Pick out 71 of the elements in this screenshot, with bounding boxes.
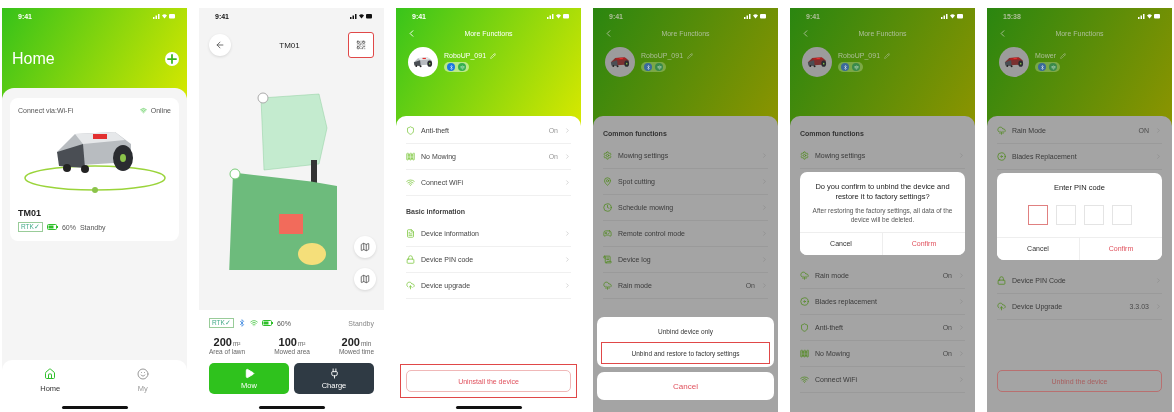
- status-icons: [1138, 13, 1160, 19]
- disc-icon: [800, 296, 809, 306]
- stat-value: 200: [341, 336, 360, 348]
- status-icons: [350, 13, 372, 19]
- status-icons: [744, 13, 766, 19]
- fence-icon: [800, 348, 809, 358]
- edit-icon[interactable]: [1060, 52, 1066, 59]
- plug-icon: [328, 367, 340, 379]
- back-arrow-icon: [215, 40, 225, 50]
- clock-icon: [603, 203, 612, 212]
- edit-icon[interactable]: [687, 52, 694, 59]
- settings-icon: [800, 151, 809, 160]
- status-icons: [153, 13, 175, 19]
- settings-icon: [603, 151, 612, 160]
- cancel-button[interactable]: Cancel: [597, 372, 774, 400]
- chevron-icon: [564, 230, 571, 237]
- log-icon: [603, 255, 612, 264]
- rain-cloud-icon: [800, 270, 809, 280]
- mower-drawing: [805, 55, 829, 69]
- device-name: TM01: [18, 208, 42, 218]
- wifi-icon: [406, 178, 415, 187]
- status-icons: [547, 13, 569, 19]
- fence-icon: [406, 152, 415, 161]
- battery-icon: [261, 320, 273, 326]
- edit-icon[interactable]: [884, 52, 891, 59]
- page-title: Home: [12, 50, 55, 68]
- shield-icon: [800, 322, 809, 332]
- document-icon: [406, 229, 415, 238]
- chevron-icon: [564, 282, 571, 289]
- lock-icon: [406, 255, 415, 264]
- play-icon: [243, 367, 255, 379]
- connection-badges: [838, 62, 863, 72]
- cloud-upload-icon: [997, 301, 1006, 311]
- pin-icon: [603, 177, 612, 186]
- chevron-icon: [564, 179, 571, 186]
- mower-drawing: [608, 55, 632, 69]
- map-icon: [360, 242, 370, 252]
- chevron-icon: [564, 127, 571, 134]
- map-icon: [360, 274, 370, 284]
- gamepad-icon: [603, 229, 612, 238]
- cloud-upload-icon: [406, 281, 415, 290]
- wifi-icon: [139, 107, 147, 114]
- bluetooth-icon: [237, 319, 246, 327]
- status-icons: [941, 13, 963, 19]
- home-icon: [44, 368, 57, 380]
- battery-icon: [46, 224, 58, 230]
- lock-icon: [997, 275, 1006, 285]
- page-title: TM01: [279, 40, 300, 50]
- pin-digit-field[interactable]: [1027, 204, 1048, 225]
- chevron-icon: [564, 256, 571, 263]
- disc-icon: [997, 152, 1006, 161]
- stat-value: 200: [213, 336, 232, 348]
- connection-badges: [641, 62, 666, 72]
- add-icon[interactable]: [165, 52, 179, 66]
- map-button[interactable]: [354, 268, 376, 290]
- chevron-icon: [564, 153, 571, 160]
- face-icon: [136, 368, 149, 380]
- rain-cloud-icon: [603, 281, 612, 290]
- wifi-icon: [800, 374, 809, 384]
- wifi-icon: [249, 319, 258, 327]
- stat-value: 100: [278, 336, 297, 348]
- mower-drawing: [1002, 55, 1026, 69]
- shield-icon: [406, 126, 415, 135]
- connection-badges: [444, 62, 469, 72]
- back-button[interactable]: [209, 34, 231, 56]
- qr-code-icon: [356, 40, 366, 50]
- map-edit-button[interactable]: [354, 236, 376, 258]
- mower-drawing: [411, 55, 435, 69]
- rain-cloud-icon: [997, 126, 1006, 135]
- qr-button[interactable]: [348, 32, 374, 58]
- connection-badges: [1035, 62, 1060, 72]
